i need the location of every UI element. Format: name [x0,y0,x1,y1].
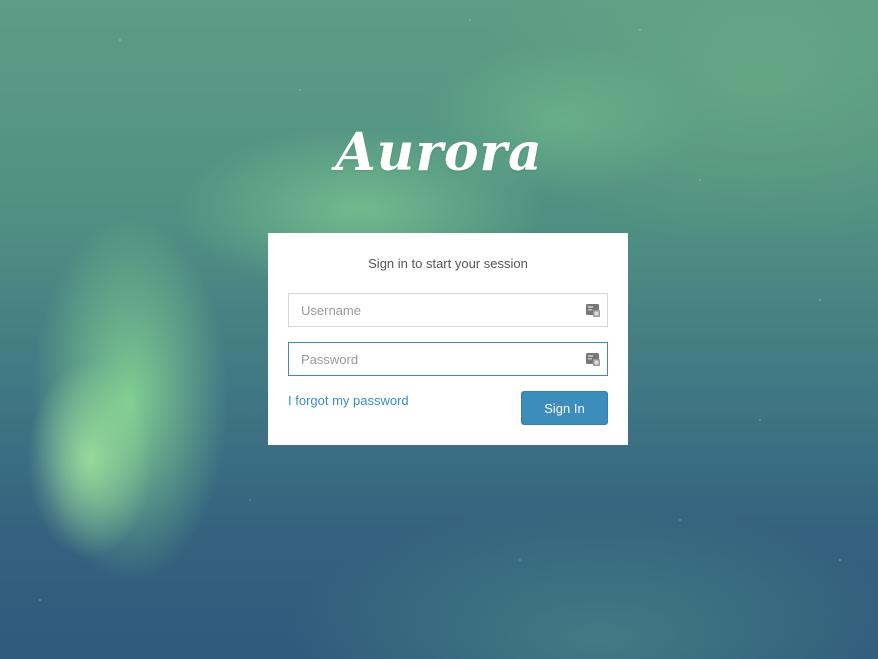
id-card-icon [585,302,601,318]
id-card-icon [585,351,601,367]
sign-in-button[interactable]: Sign In [521,391,608,425]
login-box: Sign in to start your session I for [268,233,628,445]
password-field[interactable] [288,342,608,376]
password-input[interactable] [289,343,585,375]
username-input[interactable] [289,294,585,326]
brand-logo: Aurora [335,122,543,183]
username-field[interactable] [288,293,608,327]
forgot-password-link[interactable]: I forgot my password [288,393,409,408]
login-box-message: Sign in to start your session [368,256,528,271]
